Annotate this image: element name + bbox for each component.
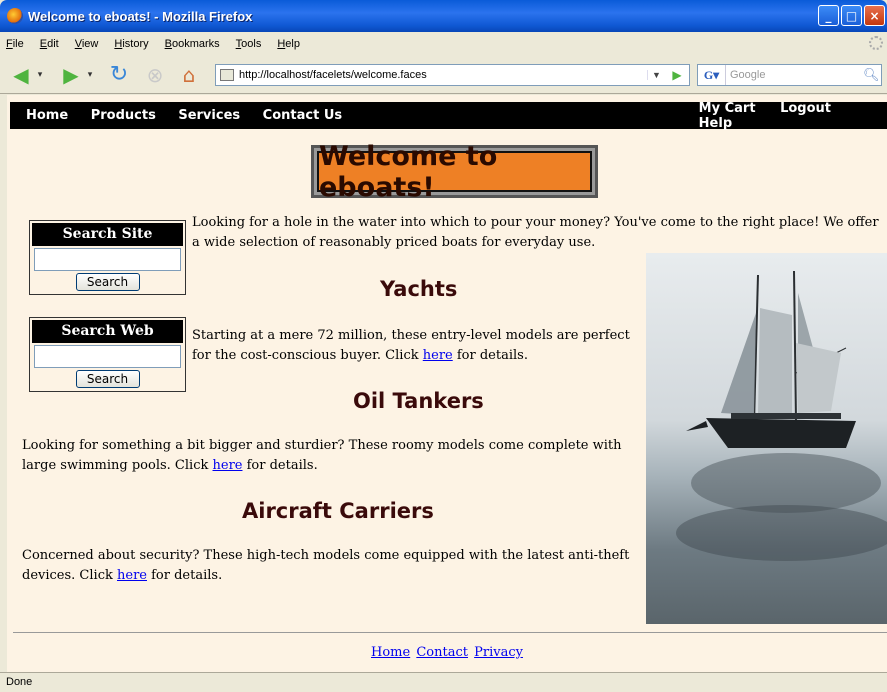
menu-view[interactable]: View xyxy=(75,38,99,50)
window-controls: _ □ × xyxy=(818,5,885,26)
site-nav-left: Home Products Services Contact Us xyxy=(10,108,342,123)
search-web-box: Search Web Search xyxy=(29,317,186,392)
google-engine-icon: G xyxy=(703,67,714,82)
back-dropdown-icon[interactable]: ▾ xyxy=(36,62,44,88)
nav-services-link[interactable]: Services xyxy=(178,108,240,123)
oil-tankers-text: Looking for something a bit bigger and s… xyxy=(22,438,622,473)
throbber-icon xyxy=(869,36,883,50)
site-nav-right: My Cart Logout Help xyxy=(679,101,887,131)
search-site-button[interactable]: Search xyxy=(75,273,140,291)
status-text: Done xyxy=(6,676,33,688)
address-bar[interactable]: http://localhost/facelets/welcome.faces … xyxy=(215,64,690,86)
yachts-paragraph: Starting at a mere 72 million, these ent… xyxy=(192,326,642,366)
firefox-logo-icon xyxy=(7,8,23,24)
home-icon[interactable]: ⌂ xyxy=(176,62,202,88)
yachts-details-link[interactable]: here xyxy=(423,348,453,363)
yachts-text: Starting at a mere 72 million, these ent… xyxy=(192,328,630,363)
footer-divider xyxy=(13,632,887,633)
aircraft-carriers-details-link[interactable]: here xyxy=(117,568,147,583)
close-button[interactable]: × xyxy=(864,5,885,26)
menu-history[interactable]: History xyxy=(114,38,148,50)
banner-title: Welcome to eboats! xyxy=(317,141,592,203)
search-engine-selector[interactable]: G ▾ xyxy=(698,65,726,85)
go-arrow-icon[interactable]: ▶ xyxy=(665,68,689,82)
reload-icon[interactable]: ↻ xyxy=(106,62,132,88)
menu-bookmarks[interactable]: Bookmarks xyxy=(165,38,220,50)
window-titlebar: Welcome to eboats! - Mozilla Firefox _ □… xyxy=(0,0,887,32)
oil-tankers-heading: Oil Tankers xyxy=(353,389,484,413)
nav-products-link[interactable]: Products xyxy=(91,108,156,123)
browser-search-bar[interactable]: G ▾ Google 🔍︎ xyxy=(697,64,882,86)
aircraft-carriers-heading: Aircraft Carriers xyxy=(242,499,434,523)
address-url[interactable]: http://localhost/facelets/welcome.faces xyxy=(239,69,647,81)
sailboat-image xyxy=(646,253,887,624)
minimize-button[interactable]: _ xyxy=(818,5,839,26)
window-title: Welcome to eboats! - Mozilla Firefox xyxy=(28,8,253,24)
maximize-button[interactable]: □ xyxy=(841,5,862,26)
oil-tankers-paragraph: Looking for something a bit bigger and s… xyxy=(22,436,632,476)
oil-tankers-details-link[interactable]: here xyxy=(213,458,243,473)
yachts-heading: Yachts xyxy=(380,277,458,301)
nav-home-link[interactable]: Home xyxy=(26,108,68,123)
welcome-banner: Welcome to eboats! xyxy=(311,141,598,203)
sailboat-illustration xyxy=(676,270,887,561)
page-viewport: Home Products Services Contact Us My Car… xyxy=(7,95,887,672)
aircraft-carriers-text: Concerned about security? These high-tec… xyxy=(22,548,630,583)
intro-paragraph: Looking for a hole in the water into whi… xyxy=(192,215,879,250)
menu-edit[interactable]: Edit xyxy=(40,38,59,50)
nav-logout-link[interactable]: Logout xyxy=(780,101,831,116)
stop-icon[interactable]: ⊗ xyxy=(142,62,168,88)
back-arrow-icon[interactable]: ◀ xyxy=(6,62,36,88)
forward-dropdown-icon[interactable]: ▾ xyxy=(86,62,94,88)
footer-privacy-link[interactable]: Privacy xyxy=(474,645,523,660)
forward-arrow-icon[interactable]: ▶ xyxy=(56,62,86,88)
search-icon[interactable]: 🔍︎ xyxy=(863,67,881,83)
nav-cart-link[interactable]: My Cart xyxy=(699,101,756,116)
search-site-title: Search Site xyxy=(32,223,183,246)
site-nav-bar: Home Products Services Contact Us My Car… xyxy=(10,101,887,131)
menu-bar: File Edit View History Bookmarks Tools H… xyxy=(0,32,887,56)
search-site-input[interactable] xyxy=(34,248,181,271)
browser-search-input[interactable]: Google xyxy=(726,69,863,81)
search-web-button[interactable]: Search xyxy=(75,370,140,388)
footer-links: Home Contact Privacy xyxy=(7,645,887,660)
aircraft-carriers-tail: for details. xyxy=(151,568,223,583)
yachts-tail: for details. xyxy=(456,348,528,363)
page-favicon-icon xyxy=(220,69,234,81)
footer-home-link[interactable]: Home xyxy=(371,645,410,660)
footer-contact-link[interactable]: Contact xyxy=(416,645,468,660)
nav-contact-link[interactable]: Contact Us xyxy=(263,108,342,123)
menu-help[interactable]: Help xyxy=(277,38,300,50)
search-web-input[interactable] xyxy=(34,345,181,368)
status-bar: Done xyxy=(0,672,887,692)
aircraft-carriers-paragraph: Concerned about security? These high-tec… xyxy=(22,546,642,586)
url-history-dropdown-icon[interactable]: ▼ xyxy=(647,70,665,80)
nav-help-link[interactable]: Help xyxy=(699,116,732,131)
menu-tools[interactable]: Tools xyxy=(236,38,262,50)
search-web-title: Search Web xyxy=(32,320,183,343)
search-site-box: Search Site Search xyxy=(29,220,186,295)
menu-file[interactable]: File xyxy=(6,38,24,50)
oil-tankers-tail: for details. xyxy=(246,458,318,473)
